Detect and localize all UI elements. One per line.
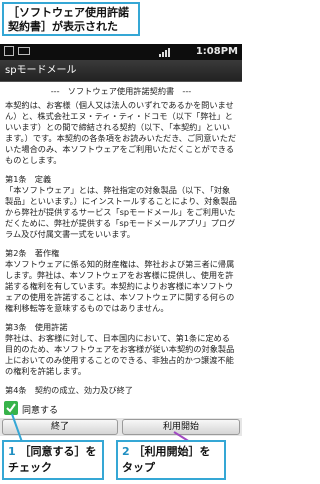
- button-bar: 終了 利用開始: [0, 418, 242, 436]
- signal-icon: [158, 46, 170, 58]
- agree-checkbox[interactable]: [4, 401, 18, 415]
- document-paragraph: 第2条 著作権 本ソフトウェアに係る知的財産権は、弊社および第三者に帰属します。…: [5, 248, 235, 313]
- license-document[interactable]: --- ソフトウェア使用許諾契約書 --- 本契約は、お客様（個人又は法人のいず…: [0, 82, 242, 400]
- app-title-bar: spモードメール: [0, 60, 242, 82]
- status-bar: 1:08PM: [0, 44, 242, 60]
- step2-number: 2: [122, 445, 130, 458]
- start-button[interactable]: 利用開始: [122, 419, 240, 435]
- app-title: spモードメール: [5, 65, 77, 76]
- document-paragraph: 第1条 定義 「本ソフトウェア」とは、弊社指定の対象製品（以下、「対象製品」とい…: [5, 174, 237, 239]
- step2-text: ［利用開始］をタップ: [122, 445, 211, 474]
- notification-checkbox-icon: [4, 46, 14, 56]
- agree-label: 同意する: [22, 406, 59, 416]
- step1-number: 1: [8, 445, 16, 458]
- agree-row[interactable]: 同意する: [0, 400, 242, 418]
- status-time: 1:08PM: [195, 46, 238, 57]
- document-paragraph: 第3条 使用許諾 弊社は、お客様に対して、日本国内において、第1条に定める目的の…: [5, 322, 235, 376]
- document-title: --- ソフトウェア使用許諾契約書 ---: [50, 86, 192, 96]
- phone-screen: 1:08PM spモードメール --- ソフトウェア使用許諾契約書 --- 本契…: [0, 44, 242, 436]
- step1-text: ［同意する］をチェック: [8, 445, 97, 474]
- mail-notification-icon: [18, 47, 30, 55]
- step2-callout: 2 ［利用開始］をタップ: [116, 440, 226, 480]
- document-paragraph: 第4条 契約の成立、効力及び終了: [5, 385, 134, 395]
- step1-callout: 1 ［同意する］をチェック: [2, 440, 104, 480]
- instruction-callout-top: ［ソフトウェア使用許諾契約書］が表示された: [2, 2, 140, 36]
- instruction-callout-top-text: ［ソフトウェア使用許諾契約書］が表示された: [8, 6, 129, 33]
- check-icon: [6, 403, 16, 413]
- document-paragraph: 本契約は、お客様（個人又は法人のいずれであるかを問いません）と、株式会社エヌ・テ…: [5, 100, 237, 165]
- end-button[interactable]: 終了: [2, 419, 118, 435]
